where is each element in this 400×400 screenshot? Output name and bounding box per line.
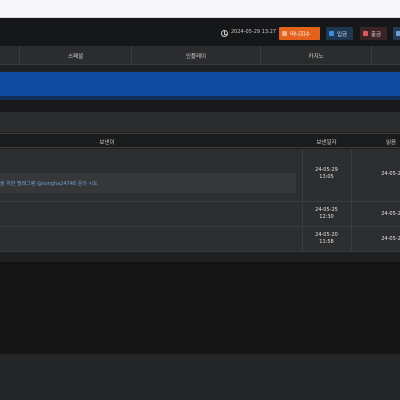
sent-date: 24-05-20 xyxy=(315,232,338,238)
sent-date-cell: 24-05-25 12:30 xyxy=(302,207,351,221)
notice-text: 을 위한 텔레그램 @songha24748 문의 시도 xyxy=(0,181,98,187)
table-row[interactable]: 24-05-20 11:58 24-05-2 xyxy=(0,227,400,252)
money-recall-label: 머니회수 xyxy=(290,31,311,38)
extra-button[interactable] xyxy=(393,27,400,40)
sent-time: 11:58 xyxy=(319,239,334,245)
browser-strip xyxy=(0,0,400,18)
read-date: 24-05-2 xyxy=(381,171,400,177)
withdraw-icon xyxy=(363,31,368,36)
table-row[interactable]: 을 위한 텔레그램 @songha24748 문의 시도 24-05-29 13… xyxy=(0,149,400,202)
sent-date-cell: 24-05-29 13:05 xyxy=(302,167,351,181)
header-sent-date: 보낸일자 xyxy=(316,139,337,146)
notice-bar: 을 위한 텔레그램 @songha24748 문의 시도 xyxy=(0,173,296,193)
sent-date: 24-05-29 xyxy=(315,167,338,173)
table-header: 보낸이 보낸일자 읽음 xyxy=(0,133,400,148)
money-icon xyxy=(282,31,287,36)
table-row[interactable]: 24-05-25 12:30 24-05-2 xyxy=(0,202,400,227)
sent-time: 13:05 xyxy=(319,174,334,180)
current-datetime: 2024-05-29 13:27 xyxy=(231,29,277,35)
spacer xyxy=(0,100,400,112)
nav-item-casino[interactable]: 카지노 xyxy=(260,46,371,65)
read-date: 24-05-2 xyxy=(381,211,400,217)
withdraw-button[interactable]: 출금 xyxy=(360,27,387,40)
sent-date-cell: 24-05-20 11:58 xyxy=(302,232,351,246)
section-bar xyxy=(0,112,400,132)
deposit-icon xyxy=(329,31,334,36)
deposit-button[interactable]: 입금 xyxy=(326,27,353,40)
read-date: 24-05-2 xyxy=(381,236,400,242)
header-read: 읽음 xyxy=(385,139,397,146)
content-area xyxy=(0,262,400,354)
nav-item-inplay[interactable]: 인플레이 xyxy=(131,46,260,65)
main-nav: 스페셜 인플레이 카지노 xyxy=(0,46,400,65)
sent-date: 24-05-25 xyxy=(315,207,338,213)
extra-icon xyxy=(396,31,400,36)
top-bar: 2024-05-29 13:27 머니회수 입금 출금 xyxy=(0,18,400,46)
blue-banner xyxy=(0,72,400,96)
footer xyxy=(0,354,400,400)
nav-item-special[interactable]: 스페셜 xyxy=(19,46,131,65)
header-sender: 보낸이 xyxy=(99,139,115,146)
deposit-label: 입금 xyxy=(337,31,348,38)
money-recall-button[interactable]: 머니회수 xyxy=(279,27,320,40)
nav-item-more[interactable] xyxy=(371,46,400,65)
withdraw-label: 출금 xyxy=(371,31,382,38)
sent-time: 12:30 xyxy=(319,214,334,220)
clock-icon xyxy=(221,30,228,37)
